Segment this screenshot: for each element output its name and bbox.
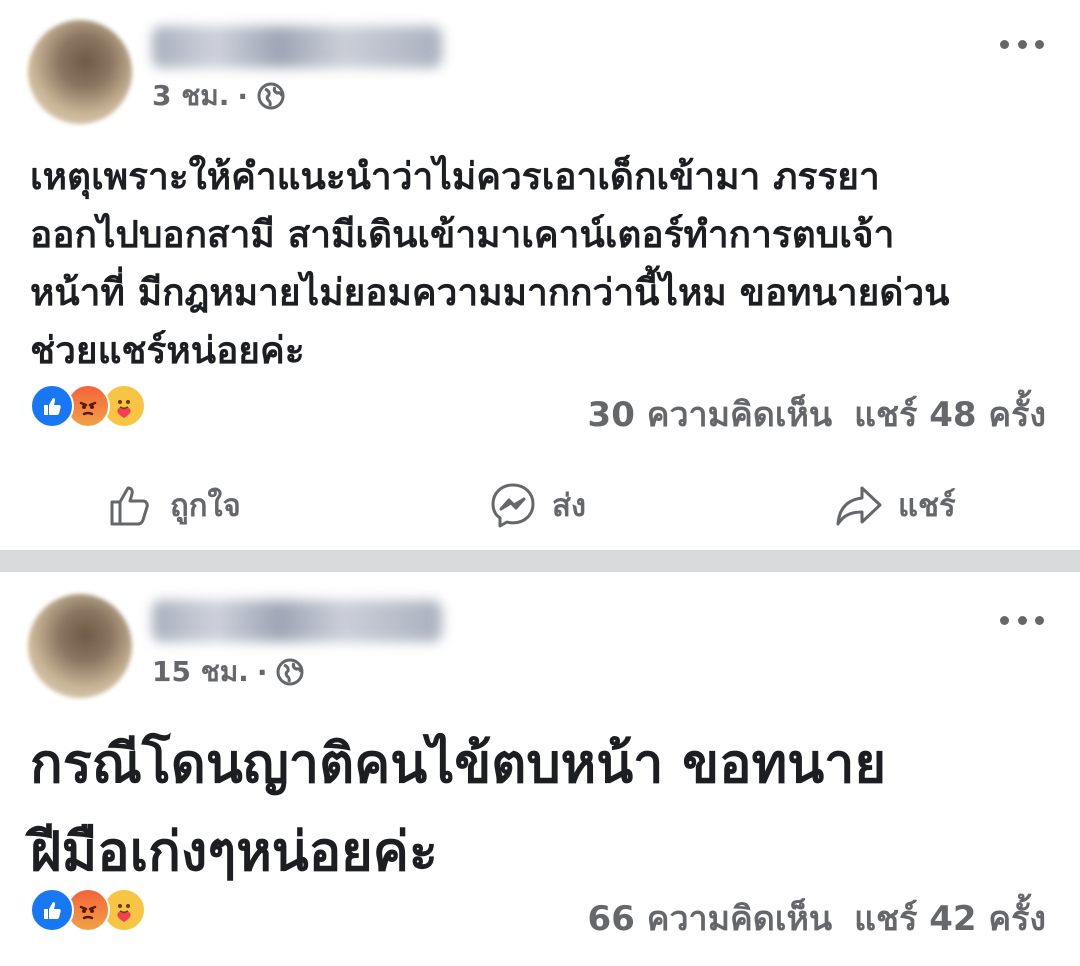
meta-separator: · [256,655,268,689]
avatar[interactable] [28,20,132,124]
avatar[interactable] [28,594,132,698]
post-time[interactable]: 3 ชม. [152,74,229,118]
globe-icon [257,82,285,110]
like-button[interactable]: ถูกใจ [106,470,241,540]
like-label: ถูกใจ [170,488,241,524]
post-text: เหตุเพราะให้คำแนะนำว่าไม่ควรเอาเด็กเข้าม… [30,155,950,372]
send-button[interactable]: ส่ง [488,470,586,540]
post-divider [0,550,1080,572]
post-meta: 3 ชม. · [152,76,286,116]
post-time[interactable]: 15 ชม. [152,650,249,694]
engagement-counts: 30 ความคิดเห็น แชร์ 48 ครั้ง [588,392,1046,436]
like-icon [30,888,74,932]
reaction-icons[interactable] [30,888,160,932]
globe-icon [276,658,304,686]
more-options-icon[interactable] [1000,34,1044,54]
post-meta: 15 ชม. · [152,652,305,692]
comment-count[interactable]: 30 ความคิดเห็น [588,387,833,441]
comment-count[interactable]: 66 ความคิดเห็น [588,891,833,945]
share-count[interactable]: แชร์ 48 ครั้ง [854,387,1046,441]
send-label: ส่ง [552,488,587,524]
like-icon [30,384,74,428]
post-text: กรณีโดนญาติคนไข้ตบหน้า ขอทนาย ฝีมือเก่งๆ… [30,732,887,883]
messenger-icon [491,483,535,528]
author-name-blurred[interactable] [152,600,442,642]
post-card: 15 ชม. · กรณีโดนญาติคนไข้ตบหน้า ขอทนาย ฝ… [0,572,1080,966]
share-button[interactable]: แชร์ [834,470,956,540]
share-label: แชร์ [898,488,956,524]
action-bar: ถูกใจ ส่ง แชร์ [0,470,1080,540]
share-count[interactable]: แชร์ 42 ครั้ง [854,891,1046,945]
share-arrow-icon [836,486,882,526]
post-card: 3 ชม. · เหตุเพราะให้คำแนะนำว่าไม่ควรเอาเ… [0,0,1080,550]
author-name-blurred[interactable] [152,26,442,68]
engagement-counts: 66 ความคิดเห็น แชร์ 42 ครั้ง [588,896,1046,940]
more-options-icon[interactable] [1000,610,1044,630]
meta-separator: · [237,79,248,113]
reaction-icons[interactable] [30,384,160,428]
thumbs-up-icon [110,486,149,526]
